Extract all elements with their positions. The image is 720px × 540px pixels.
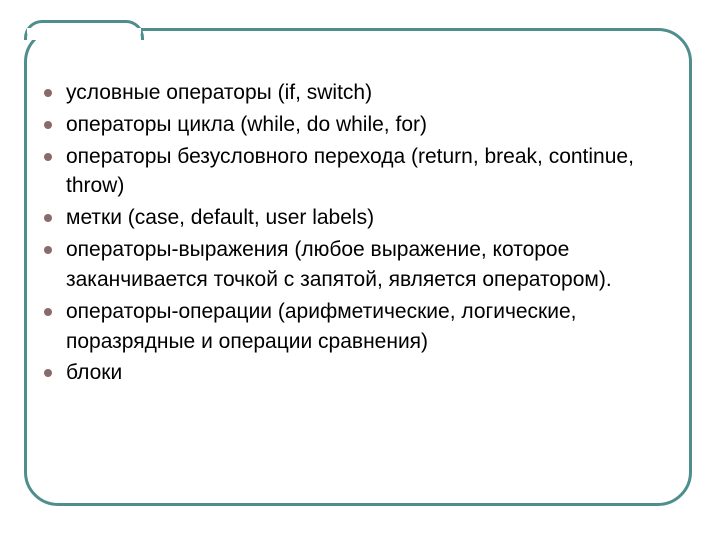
list-item: операторы-операции (арифметические, логи…	[38, 297, 698, 357]
bullet-list: условные операторы (if, switch) оператор…	[38, 78, 698, 388]
list-item: операторы цикла (while, do while, for)	[38, 110, 698, 140]
list-item: блоки	[38, 358, 698, 388]
list-item: метки (case, default, user labels)	[38, 203, 698, 233]
slide-content: условные операторы (if, switch) оператор…	[38, 78, 698, 390]
list-item: условные операторы (if, switch)	[38, 78, 698, 108]
list-item: операторы-выражения (любое выражение, ко…	[38, 235, 698, 295]
frame-tab-mask	[27, 28, 141, 34]
list-item: операторы безусловного перехода (return,…	[38, 142, 698, 202]
